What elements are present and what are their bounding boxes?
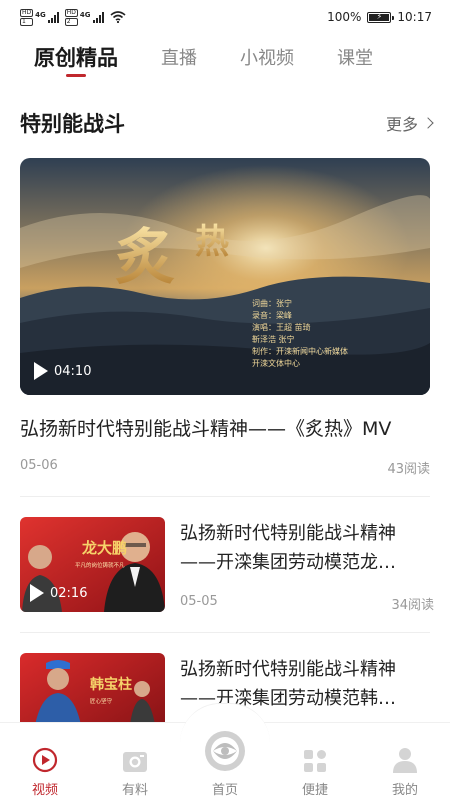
credit-line: 制作：开滦新闻中心新媒体: [252, 346, 348, 356]
divider: [20, 496, 430, 497]
network-type-1: 4G: [35, 10, 46, 19]
thumb-name-text: 韩宝柱: [90, 676, 132, 693]
featured-video-title[interactable]: 弘扬新时代特别能战斗精神——《炙热》MV: [20, 414, 432, 441]
nav-video[interactable]: 视频: [0, 723, 90, 800]
title-line: 弘扬新时代特别能战斗精神: [180, 523, 396, 544]
featured-thumbnail-image: 炙 热 词曲：张宁 录音：梁峰 演唱：王超 苗琦 靳泽浩 张宁 制作：开滦新闻中…: [20, 158, 430, 395]
nav-label: 有料: [121, 783, 148, 798]
profile-icon: [393, 748, 417, 773]
tab-label: 直播: [161, 48, 197, 69]
section-header: 特别能战斗 更多: [20, 108, 434, 138]
tab-original[interactable]: 原创精品: [34, 38, 118, 77]
sim2-signal: HD 2 4G: [64, 8, 104, 26]
nav-shortcuts[interactable]: 便捷: [270, 723, 360, 800]
credit-line: 演唱：王超 苗琦: [252, 322, 311, 332]
grid-apps-icon: [304, 750, 326, 772]
publish-date: 05-05: [180, 594, 218, 609]
battery-charging-icon: ⚡: [367, 11, 395, 23]
credit-line: 靳泽浩 张宁: [252, 334, 295, 344]
sim2-slot-badge: 2: [64, 17, 78, 26]
nav-home[interactable]: 首页: [180, 723, 270, 800]
home-logo-icon: [205, 731, 245, 771]
title-line: ——开滦集团劳动模范龙…: [180, 552, 396, 573]
credit-line: 开滦文体中心: [252, 358, 300, 368]
active-tab-indicator: [66, 74, 86, 77]
video-thumbnail[interactable]: 龙大鹏 平凡的岗位铸就不凡 02:16: [20, 517, 165, 612]
signal-bars-1-icon: [47, 11, 59, 23]
title-line: 弘扬新时代特别能战斗精神: [180, 659, 396, 680]
thumb-name-text: 龙大鹏: [81, 539, 127, 557]
sim1-hd-badge: HD: [20, 8, 34, 17]
nav-label: 我的: [391, 783, 418, 798]
top-tabs: 原创精品 直播 小视频 课堂: [0, 38, 450, 86]
credit-line: 录音：梁峰: [252, 310, 292, 320]
nav-profile[interactable]: 我的: [360, 723, 450, 800]
nav-content[interactable]: 有料: [90, 723, 180, 800]
nav-label: 便捷: [301, 783, 328, 798]
sim1-signal: HD 1 4G: [20, 8, 59, 26]
video-meta: 05-05 34阅读: [180, 594, 434, 613]
chevron-right-icon: [422, 117, 434, 129]
sim2-hd-badge: HD: [64, 8, 78, 17]
tab-short-video[interactable]: 小视频: [240, 38, 294, 70]
tab-label: 原创精品: [34, 46, 118, 70]
play-icon: [30, 584, 44, 602]
divider: [20, 632, 430, 633]
publish-date: 05-06: [20, 458, 58, 473]
tab-label: 课堂: [337, 48, 373, 69]
video-title[interactable]: 弘扬新时代特别能战斗精神 ——开滦集团劳动模范龙…: [180, 519, 432, 577]
camera-icon: [123, 752, 147, 772]
battery-percent: 100%: [327, 10, 362, 24]
tab-classroom[interactable]: 课堂: [337, 38, 373, 70]
nav-label: 首页: [211, 783, 238, 798]
video-duration: 02:16: [30, 584, 87, 602]
status-right: 100% ⚡ 10:17: [327, 10, 432, 24]
calligraphy-zhi: 炙: [115, 223, 175, 293]
tab-live[interactable]: 直播: [161, 38, 197, 70]
duration-label: 02:16: [50, 585, 88, 601]
signal-group: HD 1 4G HD 2 4G: [20, 8, 126, 26]
nav-label: 视频: [31, 783, 58, 798]
read-count: 43阅读: [387, 462, 430, 477]
video-duration: 04:10: [34, 362, 91, 380]
status-bar: HD 1 4G HD 2 4G 100% ⚡ 10:17: [0, 0, 450, 34]
video-play-icon: [32, 747, 58, 773]
credit-line: 词曲：张宁: [252, 298, 292, 308]
featured-video-thumbnail[interactable]: 炙 热 词曲：张宁 录音：梁峰 演唱：王超 苗琦 靳泽浩 张宁 制作：开滦新闻中…: [20, 158, 430, 395]
thumb-caption-text: 匠心坚守: [90, 697, 113, 705]
read-count: 34阅读: [391, 598, 434, 613]
featured-meta: 05-06 43阅读: [20, 458, 430, 477]
thumb-caption-text: 平凡的岗位铸就不凡: [75, 561, 125, 569]
tab-label: 小视频: [240, 48, 294, 69]
calligraphy-re: 热: [195, 222, 229, 262]
play-icon: [34, 362, 48, 380]
sim1-slot-badge: 1: [20, 17, 34, 26]
more-label: 更多: [385, 115, 418, 134]
duration-label: 04:10: [54, 363, 92, 379]
more-link[interactable]: 更多: [385, 111, 434, 135]
signal-bars-2-icon: [92, 11, 104, 23]
wifi-icon: [110, 11, 126, 23]
bottom-navigation: 视频 有料 首页 便捷 我的: [0, 703, 450, 800]
section-title: 特别能战斗: [20, 112, 125, 136]
network-type-2: 4G: [79, 10, 91, 19]
clock: 10:17: [397, 10, 432, 24]
